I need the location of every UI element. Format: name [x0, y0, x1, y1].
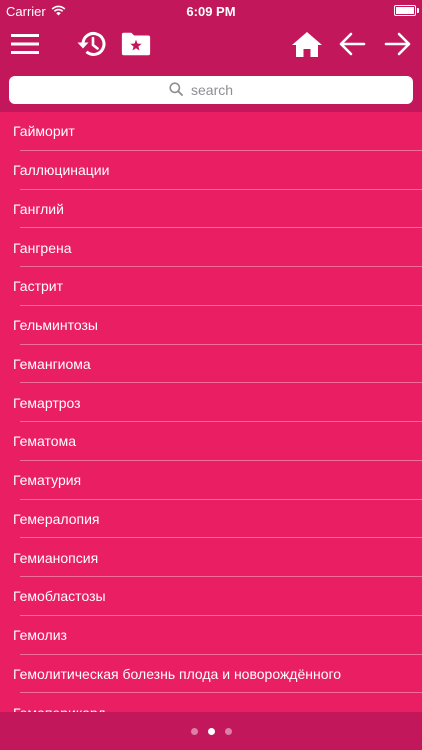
search-field[interactable]	[9, 76, 413, 104]
list-item-label: Гайморит	[13, 123, 75, 140]
list-item[interactable]: Гайморит	[0, 112, 422, 151]
list-item-label: Гемолитическая болезнь плода и новорождё…	[13, 665, 342, 682]
list-item[interactable]: Гемолитическая болезнь плода и новорождё…	[0, 655, 422, 694]
status-bar: Carrier 6:09 PM	[0, 0, 422, 22]
list-item[interactable]: Гемералопия	[0, 500, 422, 539]
list-item-label: Гельминтозы	[13, 317, 98, 334]
list-item-label: Гангрена	[13, 239, 72, 256]
search-input[interactable]	[189, 81, 253, 99]
list-item-label: Гемангиома	[13, 355, 91, 372]
list-item-label: Гемобластозы	[13, 588, 106, 605]
list-item-label: Гемартроз	[13, 394, 81, 411]
list-item[interactable]: Гельминтозы	[0, 306, 422, 345]
status-time: 6:09 PM	[186, 4, 236, 19]
list-item-label: Гемоперикард	[13, 705, 106, 712]
menu-icon[interactable]	[9, 28, 41, 60]
list-item[interactable]: Гемобластозы	[0, 577, 422, 616]
list-item[interactable]: Ганглий	[0, 190, 422, 229]
page-dot[interactable]	[224, 727, 232, 735]
arrow-right-icon[interactable]	[382, 28, 414, 60]
list-item[interactable]: Гемартроз	[0, 383, 422, 422]
page-indicator	[0, 712, 422, 750]
list-item[interactable]: Галлюцинации	[0, 151, 422, 190]
list-item-label: Гемералопия	[13, 510, 100, 527]
list-item-label: Гематома	[13, 433, 76, 450]
list-item-label: Гастрит	[13, 278, 64, 295]
list-item-label: Галлюцинации	[13, 162, 110, 179]
list-item[interactable]: Гемангиома	[0, 345, 422, 384]
list-item-label: Гемианопсия	[13, 549, 99, 566]
page-dot[interactable]	[207, 727, 215, 735]
favorites-folder-icon[interactable]	[120, 28, 152, 60]
list-item[interactable]: Гангрена	[0, 228, 422, 267]
list-item[interactable]: Гемианопсия	[0, 538, 422, 577]
search-bar	[0, 66, 422, 112]
list-item[interactable]: Гемоперикард	[0, 693, 422, 712]
list-item-label: Ганглий	[13, 200, 64, 217]
home-icon[interactable]	[291, 28, 323, 60]
history-icon[interactable]	[76, 28, 108, 60]
list-item[interactable]: Гемолиз	[0, 616, 422, 655]
list-item-label: Гемолиз	[13, 627, 67, 644]
list-item[interactable]: Гастрит	[0, 267, 422, 306]
term-list: Гайморит Галлюцинации Ганглий Гангрена Гастр…	[0, 112, 422, 712]
arrow-left-icon[interactable]	[336, 28, 368, 60]
battery-icon	[394, 5, 419, 16]
list-item[interactable]: Гематома	[0, 422, 422, 461]
toolbar	[0, 22, 422, 66]
search-icon	[169, 81, 183, 99]
list-item-label: Гематурия	[13, 472, 82, 489]
page-dot[interactable]	[190, 727, 198, 735]
list-item[interactable]: Гематурия	[0, 461, 422, 500]
